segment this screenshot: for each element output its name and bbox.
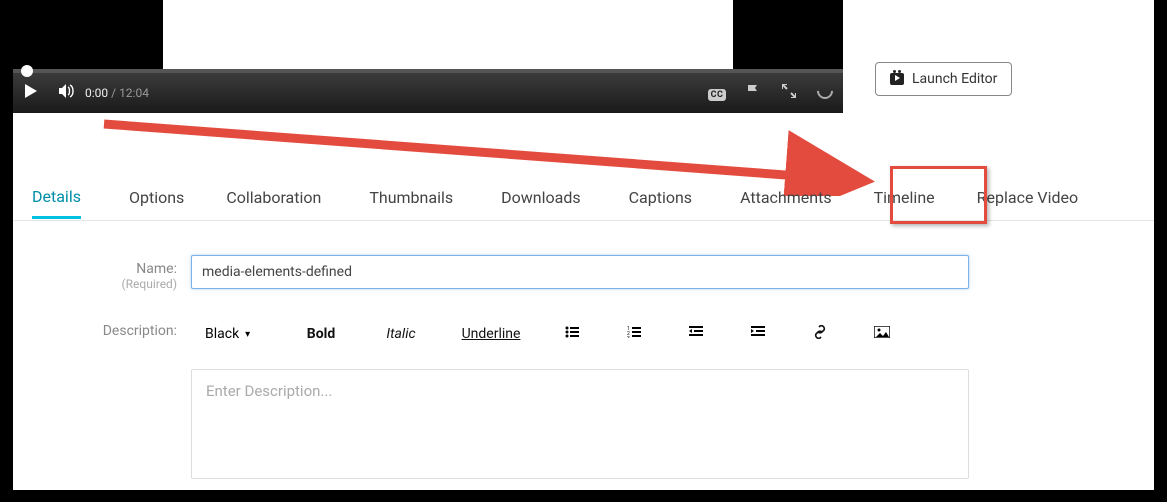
rte-image-icon[interactable] <box>851 326 913 342</box>
tab-bar: Details Options Collaboration Thumbnails… <box>13 175 1154 221</box>
description-textarea[interactable]: Enter Description... <box>191 369 969 479</box>
tab-attachments[interactable]: Attachments <box>740 178 832 217</box>
details-form: Name: (Required) Description: Black ▾ Bo… <box>13 255 1154 479</box>
rte-indent-icon[interactable] <box>727 326 789 342</box>
rte-color-label: Black <box>205 326 239 342</box>
tab-collaboration[interactable]: Collaboration <box>226 178 321 217</box>
description-label: Description: <box>13 317 191 339</box>
tab-replace-video[interactable]: Replace Video <box>977 178 1078 217</box>
description-row: Description: Black ▾ Bold Italic Underli… <box>13 317 1154 351</box>
tab-details[interactable]: Details <box>32 177 81 219</box>
rte-italic-button[interactable]: Italic <box>361 326 441 342</box>
rte-bold-button[interactable]: Bold <box>281 326 361 342</box>
rte-bullet-list-icon[interactable] <box>541 326 603 342</box>
tab-thumbnails[interactable]: Thumbnails <box>369 178 453 217</box>
seek-thumb[interactable] <box>21 65 33 77</box>
clapperboard-icon <box>890 73 904 85</box>
rte-number-list-icon[interactable]: 123 <box>603 326 665 342</box>
rte-toolbar: Black ▾ Bold Italic Underline 123 <box>191 317 969 351</box>
flag-icon[interactable] <box>735 84 771 102</box>
video-canvas <box>163 0 733 73</box>
duration: 12:04 <box>119 86 149 100</box>
player-controls: 0:00 / 12:04 CC <box>13 73 843 113</box>
seek-bar[interactable] <box>13 69 843 73</box>
fullscreen-icon[interactable] <box>771 84 807 102</box>
rte-outdent-icon[interactable] <box>665 326 727 342</box>
tab-downloads[interactable]: Downloads <box>501 178 580 217</box>
rte-underline-button[interactable]: Underline <box>441 326 541 342</box>
name-required: (Required) <box>13 277 177 291</box>
launch-editor-label: Launch Editor <box>912 71 997 87</box>
kaltura-logo-icon[interactable] <box>807 83 843 103</box>
cc-icon[interactable]: CC <box>699 85 735 101</box>
name-label: Name: <box>136 261 177 277</box>
chevron-down-icon: ▾ <box>245 329 250 340</box>
tab-captions[interactable]: Captions <box>629 178 692 217</box>
tab-timeline[interactable]: Timeline <box>874 178 935 217</box>
volume-icon[interactable] <box>49 84 85 102</box>
rte-link-icon[interactable] <box>789 325 851 343</box>
name-row: Name: (Required) <box>13 255 1154 291</box>
name-input[interactable] <box>191 255 969 289</box>
time-sep: / <box>111 86 119 100</box>
name-label-wrap: Name: (Required) <box>13 255 191 291</box>
time-display: 0:00 / 12:04 <box>85 86 149 100</box>
current-time: 0:00 <box>85 86 108 100</box>
svg-text:3: 3 <box>627 336 630 338</box>
video-player[interactable]: 0:00 / 12:04 CC <box>13 0 843 113</box>
play-icon[interactable] <box>13 84 49 102</box>
tab-options[interactable]: Options <box>129 178 184 217</box>
rte-color-select[interactable]: Black ▾ <box>191 326 281 342</box>
launch-editor-button[interactable]: Launch Editor <box>875 62 1012 96</box>
